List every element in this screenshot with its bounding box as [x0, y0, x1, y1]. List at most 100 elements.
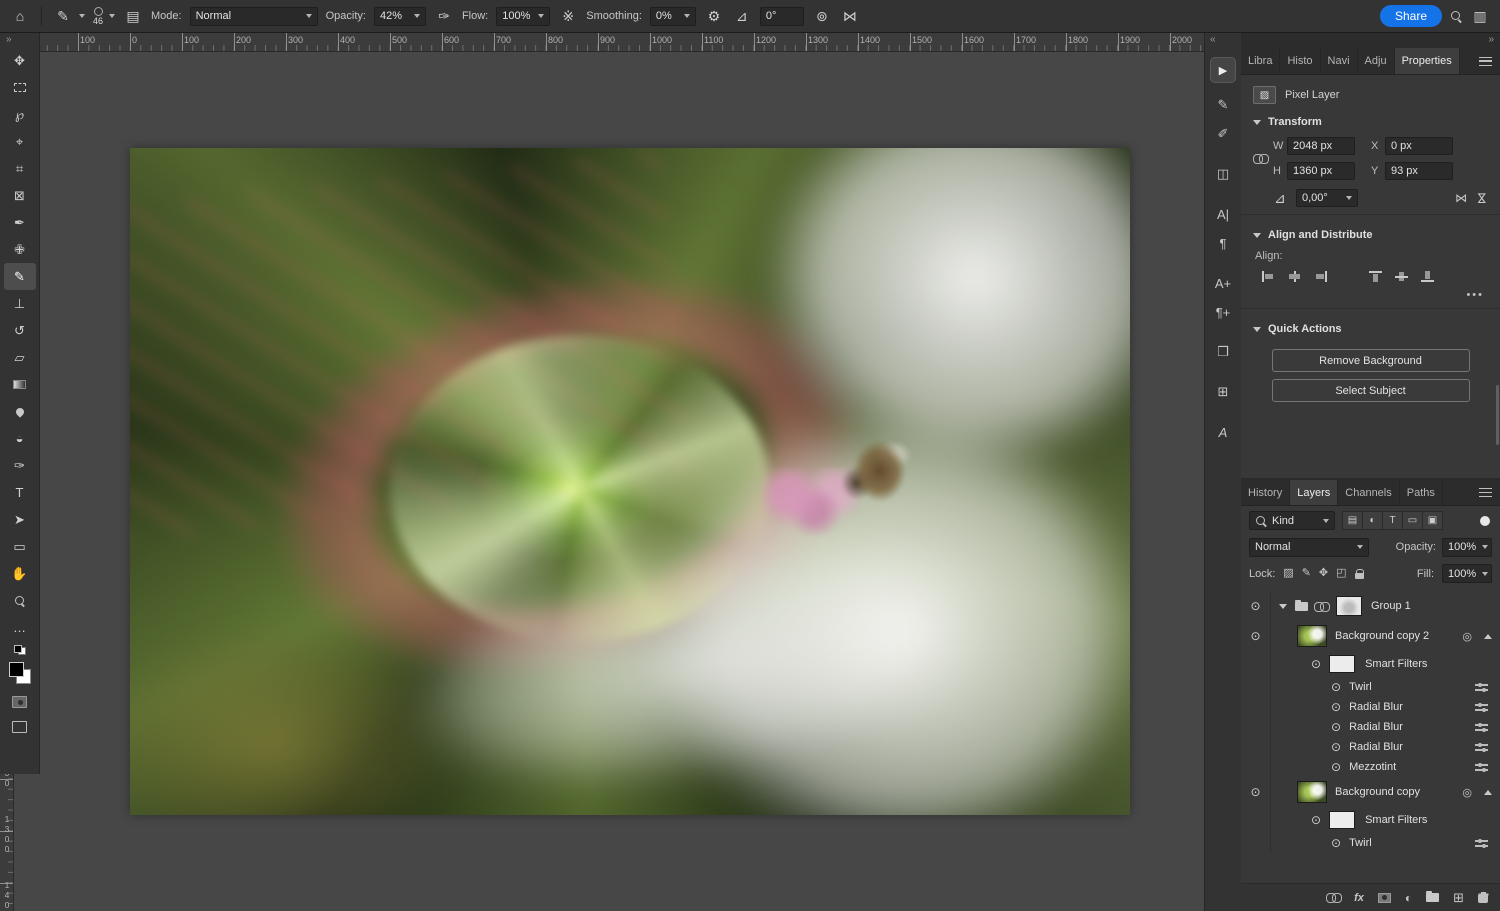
crop-tool[interactable]: ⌗ — [4, 155, 36, 182]
character-styles-panel-icon[interactable]: A+ — [1209, 270, 1237, 296]
align-center-horizontal-icon[interactable] — [1287, 270, 1302, 283]
tab-histogram[interactable]: Histo — [1280, 48, 1320, 74]
smoothing-select[interactable]: 0% — [650, 7, 696, 26]
filter-row-radial-blur[interactable]: ⊙ Radial Blur — [1241, 717, 1500, 737]
eye-icon[interactable]: ⊙ — [1331, 701, 1341, 713]
filter-row-twirl[interactable]: ⊙ Twirl — [1241, 677, 1500, 697]
collapse-filters-icon[interactable] — [1484, 634, 1492, 639]
layer-style-fx-icon[interactable]: fx — [1354, 892, 1364, 904]
constrain-ratio-link[interactable] — [1253, 154, 1273, 163]
canvas-image[interactable] — [130, 148, 1130, 815]
layer-opacity-select[interactable]: 100% — [1442, 538, 1492, 557]
collapse-filters-icon[interactable] — [1484, 790, 1492, 795]
eye-icon[interactable]: ⊙ — [1311, 814, 1321, 826]
layer-name[interactable]: Group 1 — [1371, 600, 1411, 612]
dock-expand-icon[interactable]: » — [1488, 34, 1494, 45]
layer-blend-mode-select[interactable]: Normal — [1249, 538, 1369, 557]
smart-filters-label[interactable]: Smart Filters — [1365, 658, 1427, 670]
share-button[interactable]: Share — [1380, 5, 1442, 27]
pen-tool[interactable]: ✑ — [4, 452, 36, 479]
brushes-panel-icon[interactable]: ✐ — [1209, 121, 1237, 147]
filter-mask-thumbnail[interactable] — [1329, 811, 1355, 829]
eye-icon[interactable]: ⊙ — [1331, 741, 1341, 753]
filter-name[interactable]: Radial Blur — [1349, 741, 1403, 753]
align-section-header[interactable]: Align and Distribute — [1253, 222, 1488, 248]
dodge-tool[interactable]: ◒ — [4, 425, 36, 452]
eyedropper-tool[interactable]: ✒ — [4, 209, 36, 236]
filter-blending-options-icon[interactable] — [1475, 838, 1488, 849]
tool-preset-picker[interactable]: ✎ — [53, 9, 85, 23]
tab-layers[interactable]: Layers — [1290, 480, 1338, 505]
object-selection-tool[interactable]: ⌖ — [4, 128, 36, 155]
lasso-tool[interactable]: ℘ — [4, 101, 36, 128]
strip-collapse-icon[interactable]: « — [1205, 33, 1216, 47]
align-top-icon[interactable] — [1368, 270, 1383, 283]
lock-position-icon[interactable]: ✥ — [1319, 568, 1328, 579]
align-bottom-icon[interactable] — [1420, 270, 1435, 283]
flip-horizontal-icon[interactable]: ⋈ — [1455, 191, 1467, 205]
filter-smart-objects-icon[interactable]: ▣ — [1422, 511, 1443, 530]
eye-icon[interactable]: ⊙ — [1331, 837, 1341, 849]
transform-section-header[interactable]: Transform — [1253, 109, 1488, 135]
layer-row-background-copy[interactable]: ⊙ Background copy ◎ — [1241, 777, 1500, 807]
smart-filter-badge-icon[interactable]: ◎ — [1462, 630, 1472, 643]
character-panel-icon[interactable]: A| — [1209, 201, 1237, 227]
edit-toolbar[interactable]: … — [4, 614, 36, 641]
filter-type-layers-icon[interactable]: T — [1382, 511, 1403, 530]
eye-icon[interactable]: ⊙ — [1331, 681, 1341, 693]
pressure-size-icon[interactable]: ⊚ — [812, 9, 832, 23]
filtering-toggle[interactable] — [1480, 516, 1490, 526]
brush-tool[interactable]: ✎ — [4, 263, 36, 290]
layer-row-background-copy-2[interactable]: ⊙ Background copy 2 ◎ — [1241, 621, 1500, 651]
home-icon[interactable]: ⌂ — [10, 9, 30, 23]
tab-channels[interactable]: Channels — [1338, 480, 1399, 505]
lock-all-icon[interactable] — [1355, 569, 1364, 579]
brush-angle-field[interactable]: 0° — [760, 7, 804, 26]
y-field[interactable]: 93 px — [1385, 162, 1453, 180]
filter-adjustment-layers-icon[interactable]: ◐ — [1362, 511, 1383, 530]
filter-name[interactable]: Twirl — [1349, 681, 1372, 693]
smart-filters-row[interactable]: ⊙ Smart Filters — [1241, 807, 1500, 833]
eraser-tool[interactable]: ▱ — [4, 344, 36, 371]
filter-blending-options-icon[interactable] — [1475, 682, 1488, 693]
width-field[interactable]: 2048 px — [1287, 137, 1355, 155]
3d-panel-icon[interactable]: ❒ — [1209, 339, 1237, 365]
shape-tool[interactable]: ▭ — [4, 533, 36, 560]
filter-name[interactable]: Mezzotint — [1349, 761, 1396, 773]
align-center-vertical-icon[interactable] — [1394, 270, 1409, 283]
align-left-icon[interactable] — [1261, 270, 1276, 283]
layer-name[interactable]: Background copy 2 — [1335, 630, 1429, 642]
paint-symmetry-icon[interactable]: ⋈ — [840, 9, 860, 23]
clone-stamp-tool[interactable]: ⊥ — [4, 290, 36, 317]
tab-paths[interactable]: Paths — [1400, 480, 1443, 505]
visibility-toggle[interactable]: ⊙ — [1241, 591, 1271, 621]
airbrush-icon[interactable]: ※ — [558, 9, 578, 23]
smoothing-options-gear-icon[interactable]: ⚙ — [704, 9, 724, 23]
properties-scrollbar[interactable] — [1496, 385, 1499, 445]
path-selection-tool[interactable]: ➤ — [4, 506, 36, 533]
tab-libraries[interactable]: Libra — [1241, 48, 1280, 74]
filter-blending-options-icon[interactable] — [1475, 742, 1488, 753]
hand-tool[interactable]: ✋ — [4, 560, 36, 587]
link-layers-icon[interactable] — [1326, 893, 1340, 902]
blend-mode-select[interactable]: Normal — [190, 7, 318, 26]
tab-history[interactable]: History — [1241, 480, 1290, 505]
filter-name[interactable]: Twirl — [1349, 837, 1372, 849]
tab-properties[interactable]: Properties — [1395, 48, 1460, 74]
frame-tool[interactable]: ⊠ — [4, 182, 36, 209]
lock-transparency-icon[interactable]: ▨ — [1283, 568, 1293, 579]
filter-kind-select[interactable]: Kind — [1249, 511, 1335, 530]
flow-select[interactable]: 100% — [496, 7, 550, 26]
new-group-icon[interactable] — [1426, 893, 1439, 902]
filter-name[interactable]: Radial Blur — [1349, 721, 1403, 733]
smart-filters-row[interactable]: ⊙ Smart Filters — [1241, 651, 1500, 677]
add-layer-mask-icon[interactable] — [1378, 893, 1391, 903]
gradient-tool[interactable] — [4, 371, 36, 398]
select-subject-button[interactable]: Select Subject — [1272, 379, 1470, 402]
filter-row-twirl[interactable]: ⊙ Twirl — [1241, 833, 1500, 853]
layer-thumbnail[interactable] — [1297, 625, 1327, 647]
x-field[interactable]: 0 px — [1385, 137, 1453, 155]
panel-menu-button[interactable] — [1471, 480, 1500, 505]
filter-shape-layers-icon[interactable]: ▭ — [1402, 511, 1423, 530]
align-right-icon[interactable] — [1313, 270, 1328, 283]
